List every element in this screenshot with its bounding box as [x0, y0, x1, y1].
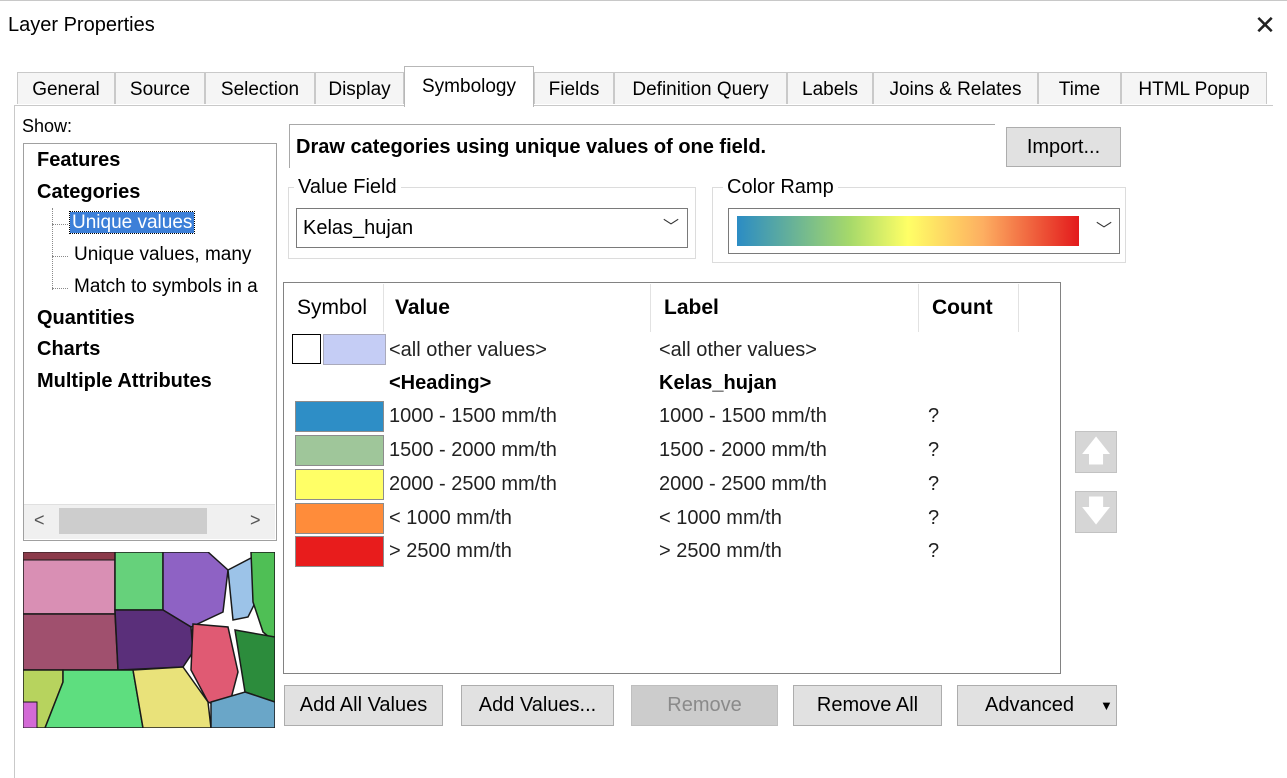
color-ramp-preview [737, 216, 1079, 246]
remove-button: Remove [631, 685, 778, 726]
show-label: Show: [22, 116, 73, 136]
row-label[interactable]: 1500 - 2000 mm/th [659, 439, 827, 462]
value-field-selected: Kelas_hujan [303, 217, 414, 239]
tree-item-charts[interactable]: Charts [37, 338, 100, 361]
close-icon[interactable]: ✕ [1252, 12, 1278, 38]
caret-down-icon: ▼ [1100, 698, 1113, 713]
tab-selection[interactable]: Selection [205, 72, 315, 104]
value-field-dropdown[interactable]: Kelas_hujan ﹀ [296, 208, 688, 248]
advanced-button[interactable]: Advanced ▼ [957, 685, 1117, 726]
row-count: ? [928, 473, 940, 495]
tab-joins-relates[interactable]: Joins & Relates [873, 72, 1038, 104]
tab-html-popup[interactable]: HTML Popup [1121, 72, 1267, 104]
window-title: Layer Properties [8, 14, 155, 36]
row-label[interactable]: Kelas_hujan [659, 372, 777, 395]
symbol-swatch[interactable] [323, 334, 386, 365]
row-value[interactable]: <all other values> [389, 339, 547, 362]
row-count: ? [928, 507, 940, 529]
preview-map-image [23, 552, 275, 728]
header-label[interactable]: Label [664, 296, 719, 320]
show-tree[interactable]: Features Categories Unique values Unique… [23, 143, 277, 541]
tree-item-unique-values[interactable]: Unique values [68, 211, 196, 234]
symbol-swatch[interactable] [295, 503, 384, 534]
row-label[interactable]: > 2500 mm/th [659, 540, 782, 563]
tree-horizontal-scrollbar[interactable]: < > [24, 504, 275, 539]
symbol-swatch[interactable] [295, 401, 384, 432]
value-field-title: Value Field [294, 176, 401, 199]
scroll-left-icon[interactable]: < [34, 510, 45, 531]
row-count: ? [928, 405, 940, 427]
chevron-down-icon: ﹀ [663, 219, 680, 236]
symbol-swatch[interactable] [295, 435, 384, 466]
color-ramp-title: Color Ramp [723, 176, 838, 199]
chevron-down-icon: ﹀ [1096, 222, 1113, 239]
tree-item-features[interactable]: Features [37, 149, 120, 172]
tab-display[interactable]: Display [315, 72, 404, 104]
row-count: ? [928, 439, 940, 461]
row-label[interactable]: < 1000 mm/th [659, 507, 782, 530]
remove-all-button[interactable]: Remove All [793, 685, 942, 726]
tree-item-multiple-attributes[interactable]: Multiple Attributes [37, 370, 212, 393]
row-label[interactable]: 1000 - 1500 mm/th [659, 405, 827, 428]
tab-symbology[interactable]: Symbology [404, 66, 534, 107]
symbol-swatch[interactable] [295, 469, 384, 500]
add-values-button[interactable]: Add Values... [461, 685, 614, 726]
header-symbol[interactable]: Symbol [297, 296, 367, 320]
row-value[interactable]: 1000 - 1500 mm/th [389, 405, 557, 428]
symbol-swatch[interactable] [295, 536, 384, 567]
import-button[interactable]: Import... [1006, 127, 1121, 167]
color-ramp-dropdown[interactable]: ﹀ [728, 208, 1120, 254]
tab-time[interactable]: Time [1038, 72, 1121, 104]
renderer-description: Draw categories using unique values of o… [289, 124, 995, 168]
scrollbar-thumb[interactable] [59, 508, 207, 534]
tab-labels[interactable]: Labels [787, 72, 873, 104]
row-value[interactable]: <Heading> [389, 372, 491, 395]
row-value[interactable]: 2000 - 2500 mm/th [389, 473, 557, 496]
tree-item-unique-values-many[interactable]: Unique values, many [74, 244, 251, 266]
move-down-icon[interactable]: 🡇 [1075, 491, 1117, 533]
tab-fields[interactable]: Fields [534, 72, 614, 104]
row-value[interactable]: > 2500 mm/th [389, 540, 512, 563]
row-value[interactable]: 1500 - 2000 mm/th [389, 439, 557, 462]
advanced-label: Advanced [985, 694, 1074, 716]
tab-general[interactable]: General [17, 72, 115, 104]
row-label[interactable]: <all other values> [659, 339, 817, 362]
tree-item-match-to-symbols[interactable]: Match to symbols in a [74, 276, 258, 298]
add-all-values-button[interactable]: Add All Values [284, 685, 443, 726]
row-value[interactable]: < 1000 mm/th [389, 507, 512, 530]
checkbox[interactable] [292, 334, 321, 364]
header-count[interactable]: Count [932, 296, 993, 320]
header-value[interactable]: Value [395, 296, 450, 320]
row-label[interactable]: 2000 - 2500 mm/th [659, 473, 827, 496]
move-up-icon[interactable]: 🡅 [1075, 431, 1117, 473]
tree-item-quantities[interactable]: Quantities [37, 307, 135, 330]
tree-item-categories[interactable]: Categories [37, 181, 140, 204]
tab-definition-query[interactable]: Definition Query [614, 72, 787, 104]
tab-source[interactable]: Source [115, 72, 205, 104]
row-count: ? [928, 540, 940, 562]
title-bar [0, 0, 1287, 57]
scroll-right-icon[interactable]: > [250, 510, 261, 531]
